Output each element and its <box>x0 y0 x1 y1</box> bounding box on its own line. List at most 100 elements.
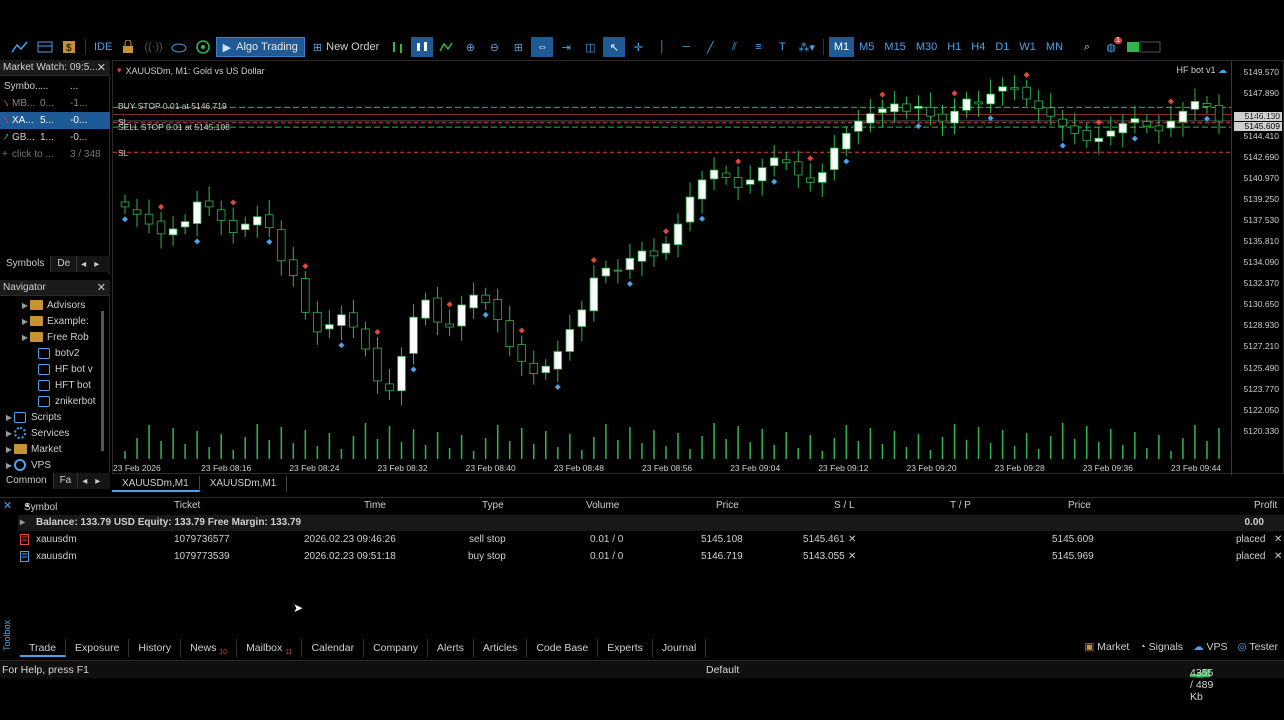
timeframe-m1[interactable]: M1 <box>828 37 855 57</box>
tab-trade[interactable]: Trade <box>20 639 67 657</box>
nav-item-market[interactable]: ▶ Market <box>0 441 109 457</box>
timeframe-mn[interactable]: MN <box>1041 37 1068 57</box>
add-symbol-row[interactable]: + click to ... 3 / 348 <box>0 146 110 163</box>
grid-icon[interactable]: ⊞ <box>507 37 529 57</box>
ide-button[interactable]: IDE <box>91 37 115 57</box>
templates-icon[interactable] <box>34 37 56 57</box>
nav-item-hft-bot[interactable]: HFT bot <box>0 377 109 393</box>
col-ticket[interactable]: Ticket <box>174 500 200 511</box>
tab-code-base[interactable]: Code Base <box>527 639 599 657</box>
nav-item-hf-bot[interactable]: HF bot v <box>0 361 109 377</box>
tester-shortcut[interactable]: ◎ Tester <box>1238 641 1279 657</box>
bar-chart-icon[interactable] <box>387 37 409 57</box>
tab-symbols[interactable]: Symbols <box>0 256 52 272</box>
shapes-icon[interactable]: ⁂▾ <box>795 37 818 57</box>
timeframe-h1[interactable]: H1 <box>942 37 966 57</box>
chart-canvas[interactable] <box>113 61 1233 473</box>
expand-icon[interactable]: ▶ <box>4 461 14 470</box>
expand-icon[interactable]: ▶ <box>20 333 30 342</box>
toolbox-label[interactable]: Toolbox <box>2 620 12 651</box>
connection-icon[interactable] <box>1124 37 1164 57</box>
table-row[interactable]: xauusdm 1079736577 2026.02.23 09:46:26 s… <box>18 532 1284 548</box>
text-tool-icon[interactable]: T <box>771 37 793 57</box>
col-price[interactable]: Price <box>716 500 739 511</box>
close-icon[interactable]: ✕ <box>97 281 106 294</box>
col-volume[interactable]: Volume <box>586 500 619 511</box>
line-chart-icon[interactable] <box>435 37 457 57</box>
tab-exposure[interactable]: Exposure <box>66 639 130 657</box>
price-chart[interactable]: ▾ XAUUSDm, M1: Gold vs US Dollar HF bot … <box>112 60 1284 475</box>
remove-sl-icon[interactable]: ✕ <box>848 534 856 545</box>
horizontal-line-icon[interactable]: ─ <box>675 37 697 57</box>
col-type[interactable]: Type <box>482 500 504 511</box>
price-axis[interactable]: 5146.130 5145.609 5149.570 5147.890 5146.1… <box>1231 61 1283 475</box>
timeframe-h4[interactable]: H4 <box>966 37 990 57</box>
channel-icon[interactable]: ⫽ <box>723 37 745 57</box>
signals-shortcut[interactable]: ◔ Signals <box>1139 641 1183 657</box>
expand-icon[interactable]: ▶ <box>4 413 14 422</box>
tab-alerts[interactable]: Alerts <box>428 639 474 657</box>
nav-item-znikerbot[interactable]: znikerbot <box>0 393 109 409</box>
candlestick-icon[interactable] <box>411 37 434 57</box>
signal-icon[interactable]: ((·)) <box>141 37 165 57</box>
lock-icon[interactable] <box>117 37 139 57</box>
tab-history[interactable]: History <box>129 639 182 657</box>
col-tp[interactable]: T / P <box>950 500 971 511</box>
market-shortcut[interactable]: ▣ Market <box>1084 641 1129 657</box>
table-row[interactable]: xauusdm 1079773539 2026.02.23 09:51:18 b… <box>18 549 1284 565</box>
tab-news[interactable]: News 10 <box>181 639 238 657</box>
col-current-price[interactable]: Price <box>1068 500 1091 511</box>
vertical-line-icon[interactable]: │ <box>651 37 673 57</box>
balance-row[interactable]: ▸ Balance: 133.79 USD Equity: 133.79 Fre… <box>18 515 1284 531</box>
tab-journal[interactable]: Journal <box>653 639 707 657</box>
tab-company[interactable]: Company <box>364 639 429 657</box>
screenshot-icon[interactable]: ◫ <box>579 37 601 57</box>
autoscroll-icon[interactable]: ⇔ <box>531 37 554 57</box>
tab-details[interactable]: De <box>51 256 78 272</box>
market-watch-row-selected[interactable]: ↘ XA... 5... -0... <box>0 112 110 129</box>
nav-item-vps[interactable]: ▶ VPS <box>0 457 109 473</box>
new-order-button[interactable]: ⊞ New Order <box>307 37 385 57</box>
dollar-icon[interactable]: $ <box>58 37 80 57</box>
tab-scroll-left-icon[interactable]: ◂ <box>78 476 91 487</box>
tab-calendar[interactable]: Calendar <box>302 639 365 657</box>
nav-item-advisors[interactable]: ▶ Advisors <box>0 297 109 313</box>
market-watch-row[interactable]: ↗ GB... 1... -0... <box>0 129 110 146</box>
nav-item-scripts[interactable]: ▶ Scripts <box>0 409 109 425</box>
close-icon[interactable]: ✕ <box>3 499 12 512</box>
header-symbol[interactable]: Symbo... <box>0 81 40 92</box>
close-icon[interactable]: ✕ <box>97 61 106 74</box>
navigator-scrollbar[interactable] <box>101 311 104 451</box>
collapse-icon[interactable]: ▸ <box>20 517 25 528</box>
cursor-icon[interactable]: ↖ <box>603 37 626 57</box>
cloud-icon[interactable] <box>168 37 190 57</box>
algo-trading-button[interactable]: ▶ Algo Trading <box>215 37 305 57</box>
nav-item-services[interactable]: ▶ Services <box>0 425 109 441</box>
tab-common[interactable]: Common <box>0 473 54 489</box>
expand-icon[interactable]: ▶ <box>4 445 14 454</box>
timeframe-d1[interactable]: D1 <box>990 37 1014 57</box>
tab-scroll-right-icon[interactable]: ▸ <box>90 259 103 270</box>
nav-item-examples[interactable]: ▶ Example: <box>0 313 109 329</box>
vps-shortcut[interactable]: ☁ VPS <box>1193 641 1227 657</box>
timeframe-m15[interactable]: M15 <box>879 37 910 57</box>
nav-item-free-robots[interactable]: ▶ Free Rob <box>0 329 109 345</box>
fibonacci-icon[interactable]: ≡ <box>747 37 769 57</box>
tab-scroll-right-icon[interactable]: ▸ <box>91 476 104 487</box>
tab-scroll-left-icon[interactable]: ◂ <box>77 259 90 270</box>
col-profit[interactable]: Profit <box>1254 500 1277 511</box>
chart-menu-icon[interactable]: ▾ <box>117 65 122 76</box>
chart-type-icon[interactable] <box>8 37 32 57</box>
zoom-in-icon[interactable]: ⊕ <box>459 37 481 57</box>
notifications-icon[interactable]: ◍ 1 <box>1100 37 1123 57</box>
tab-mailbox[interactable]: Mailbox 11 <box>237 639 303 657</box>
timeframe-w1[interactable]: W1 <box>1014 37 1041 57</box>
expand-icon[interactable]: ▶ <box>4 429 14 438</box>
chart-tab[interactable]: XAUUSDm,M1 <box>200 476 288 492</box>
nav-item-botv2[interactable]: botv2 <box>0 345 109 361</box>
col-time[interactable]: Time <box>364 500 386 511</box>
globe-icon[interactable] <box>192 37 214 57</box>
cancel-order-icon[interactable]: ✕ <box>1274 534 1282 545</box>
expand-icon[interactable]: ▶ <box>20 317 30 326</box>
search-icon[interactable]: ⌕ <box>1076 37 1098 57</box>
